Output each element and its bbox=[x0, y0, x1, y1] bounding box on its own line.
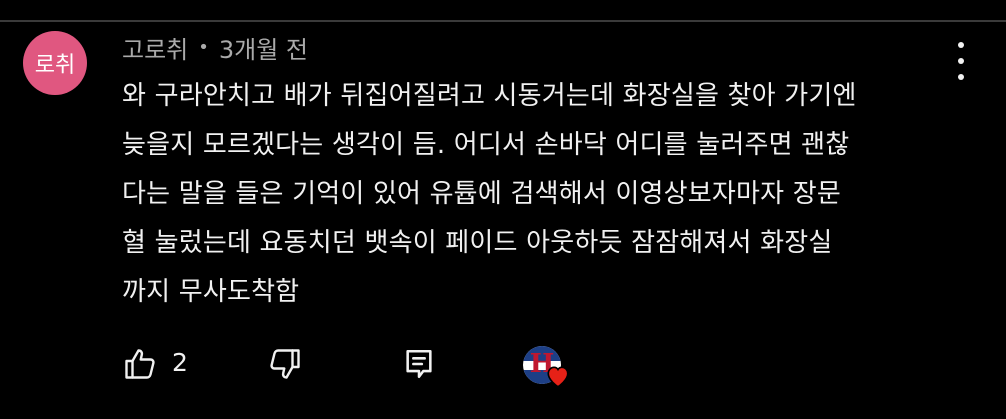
comment-text: 와 구라안치고 배가 뒤집어질려고 시동거는데 화장실을 찾아 가기엔 늦을지 … bbox=[122, 72, 962, 317]
timestamp[interactable]: 3개월 전 bbox=[219, 30, 308, 65]
comment-line: 와 구라안치고 배가 뒤집어질려고 시동거는데 화장실을 찾아 가기엔 bbox=[122, 81, 857, 111]
reply-comment-icon bbox=[406, 349, 432, 379]
comment-line: 늦을지 모르겠다는 생각이 듬. 어디서 손바닥 어디를 눌러주면 괜찮 bbox=[122, 130, 850, 160]
comment-thread: 로취 고로취 • 3개월 전 와 구라안치고 배가 뒤집어질려고 시동거는데 화… bbox=[0, 0, 1006, 419]
like-button[interactable] bbox=[122, 346, 158, 386]
heart-icon bbox=[547, 366, 569, 388]
creator-heart: H bbox=[523, 346, 583, 390]
divider bbox=[0, 20, 1006, 22]
comment-line: 혈 눌렀는데 요동치던 뱃속이 페이드 아웃하듯 잠잠해져서 화장실 bbox=[122, 228, 833, 258]
separator-dot: • bbox=[198, 37, 209, 58]
avatar[interactable]: 로취 bbox=[23, 31, 87, 95]
comment-line: 까지 무사도착함 bbox=[122, 277, 300, 307]
reply-button[interactable] bbox=[402, 346, 436, 386]
author-name[interactable]: 고로취 bbox=[122, 30, 188, 65]
comment-header: 고로취 • 3개월 전 bbox=[122, 30, 308, 65]
dislike-button[interactable] bbox=[267, 346, 303, 386]
thumbs-down-icon bbox=[270, 349, 300, 379]
thumbs-up-icon bbox=[125, 349, 155, 379]
like-count: 2 bbox=[172, 348, 188, 377]
avatar-text: 로취 bbox=[34, 53, 76, 78]
comment-line: 다는 말을 들은 기억이 있어 유튭에 검색해서 이영상보자마자 장문 bbox=[122, 179, 841, 209]
comment-actions: 2 H bbox=[122, 340, 642, 390]
